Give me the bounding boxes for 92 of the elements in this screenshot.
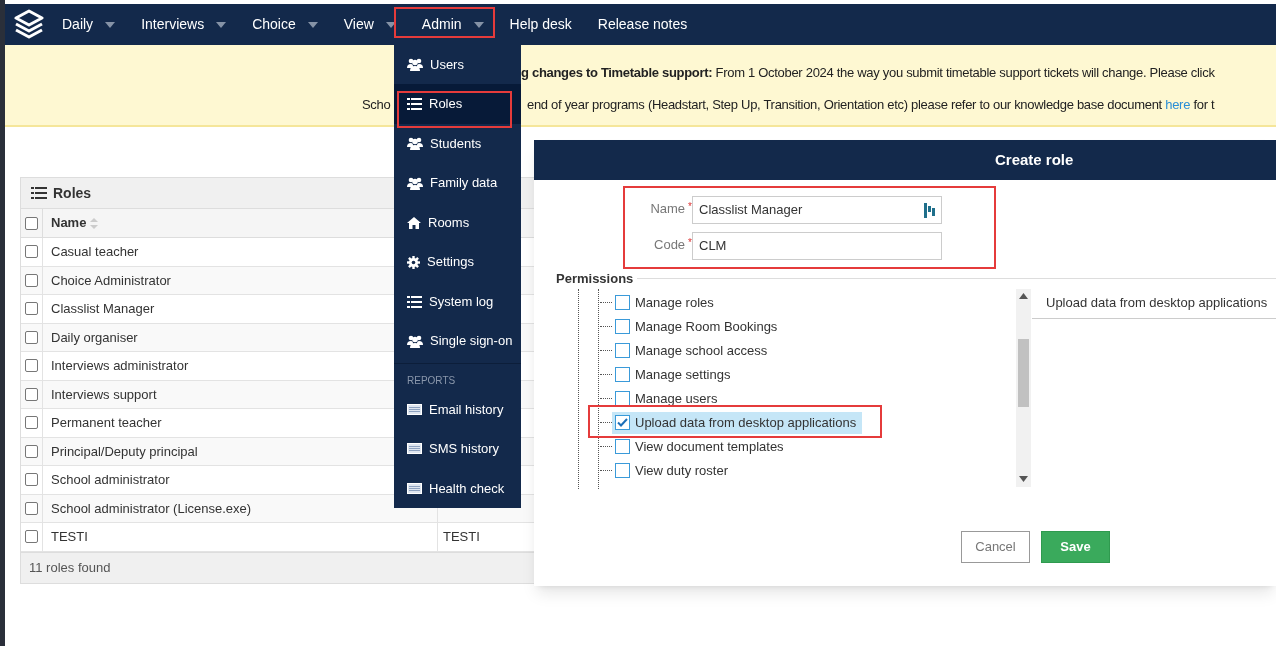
menu-item[interactable]: Family data [394,163,521,203]
settings-icon [407,255,420,269]
result-count: 11 roles found [29,558,111,577]
list-icon [407,98,422,111]
list-icon [31,187,47,199]
menu-item[interactable]: Settings [394,242,521,282]
table-cell-text: Casual teacher [51,243,139,261]
menu-item[interactable]: Email history [394,389,521,430]
table-cell-text: Interviews administrator [51,357,189,375]
menu-item[interactable]: Health check [394,468,521,508]
table-icon [407,482,422,494]
section-heading: REPORTS [407,373,456,388]
nav-menu-item[interactable]: Release notes [584,4,701,45]
required-mark: * [688,236,692,250]
checkbox[interactable] [25,273,38,287]
panel-title: Roles [53,183,92,203]
menu-item[interactable]: System log [394,281,521,322]
permission-item[interactable]: Manage roles [612,291,720,314]
checkbox[interactable] [25,216,38,230]
scroll-up-icon[interactable] [1019,292,1028,299]
checkbox[interactable] [25,416,38,430]
people-icon [407,176,423,190]
checkbox[interactable] [25,473,38,487]
banner-text: end of year programs (Headstart, Step Up, Transition, Orientation etc) please refer to our knowledge base document here for t [527,96,1215,114]
permission-item[interactable]: Upload data from desktop applications [612,411,863,434]
table-icon [407,403,422,415]
section-label: Permissions [556,270,634,288]
checkbox[interactable] [615,343,630,358]
menu-item[interactable]: Rooms [394,202,521,243]
table-cell-text: Daily organiser [51,328,138,347]
checkbox[interactable] [25,444,38,458]
permission-item[interactable]: Manage users [612,387,724,410]
checkbox[interactable] [25,245,38,259]
checkbox[interactable] [25,501,38,515]
scrollbar[interactable] [1016,288,1031,487]
text-field[interactable]: CLM [692,232,942,260]
cancel-button[interactable]: Cancel [961,530,1030,563]
table-cell-text: Choice Administrator [51,271,171,290]
checkbox[interactable] [615,415,630,430]
menu-item[interactable]: Roles [394,84,521,124]
menu-item[interactable]: SMS history [394,429,521,469]
table-cell-text: TESTI [51,528,88,546]
nav-menu-item[interactable]: Admin [408,4,497,45]
banner-text: Scho [362,96,391,114]
people-icon [407,137,423,151]
banner-text: g changes to Timetable support: From 1 October 2024 the way you submit timetable support tickets will change. Please click [521,64,1215,82]
nav-menu-item[interactable]: Daily [49,4,129,45]
menu-item[interactable]: Students [394,123,521,164]
permission-item[interactable]: View duty roster [612,459,734,482]
people-icon [407,58,423,72]
checkbox[interactable] [615,319,630,334]
menu-item[interactable]: Users [394,45,521,85]
field-label: Code [654,236,686,254]
checkbox[interactable] [25,359,38,373]
table-cell-text: Classlist Manager [51,300,155,318]
checkbox[interactable] [615,439,630,454]
menu-item[interactable]: Single sign-on [394,321,521,361]
scroll-down-icon[interactable] [1019,475,1028,482]
checkbox[interactable] [25,302,38,316]
nav-menu-item[interactable]: Help desk [496,4,585,45]
permission-description-title: Upload data from desktop applications [1046,294,1268,310]
table-cell-text: Interviews support [51,385,157,404]
table-cell-text: School administrator [51,471,170,489]
dialog-title: Create role [995,149,1074,170]
home-icon [407,216,421,229]
table-icon [407,443,422,455]
layers-logo-icon[interactable] [14,8,44,41]
checkbox[interactable] [25,387,38,401]
checkbox[interactable] [25,330,38,344]
nav-menu-item[interactable]: Choice [239,4,331,45]
text-field[interactable]: Classlist Manager [692,196,942,224]
required-mark: * [688,200,692,214]
table-cell-text: TESTI [443,528,480,546]
checkmark-icon [617,418,628,427]
nav-menu-item[interactable]: Interviews [128,4,240,45]
permission-item[interactable]: Manage Room Bookings [612,315,784,338]
nav-menu-item[interactable]: View [330,4,409,45]
permission-item[interactable]: View document templates [612,435,790,458]
people-icon [407,334,423,348]
field-label: Name [650,200,686,218]
table-cell-text: School administrator (License.exe) [51,499,252,518]
checkbox[interactable] [615,463,630,478]
table-cell-text: Principal/Deputy principal [51,442,198,461]
checkbox[interactable] [615,295,630,310]
column-header[interactable]: Name [51,213,87,233]
permission-item[interactable]: Manage school access [612,339,774,362]
list-icon [407,295,422,308]
permission-item[interactable]: Manage settings [612,363,737,386]
table-cell-text: Permanent teacher [51,414,162,432]
checkbox[interactable] [25,530,38,544]
bars-icon[interactable] [924,202,935,218]
checkbox[interactable] [615,367,630,382]
